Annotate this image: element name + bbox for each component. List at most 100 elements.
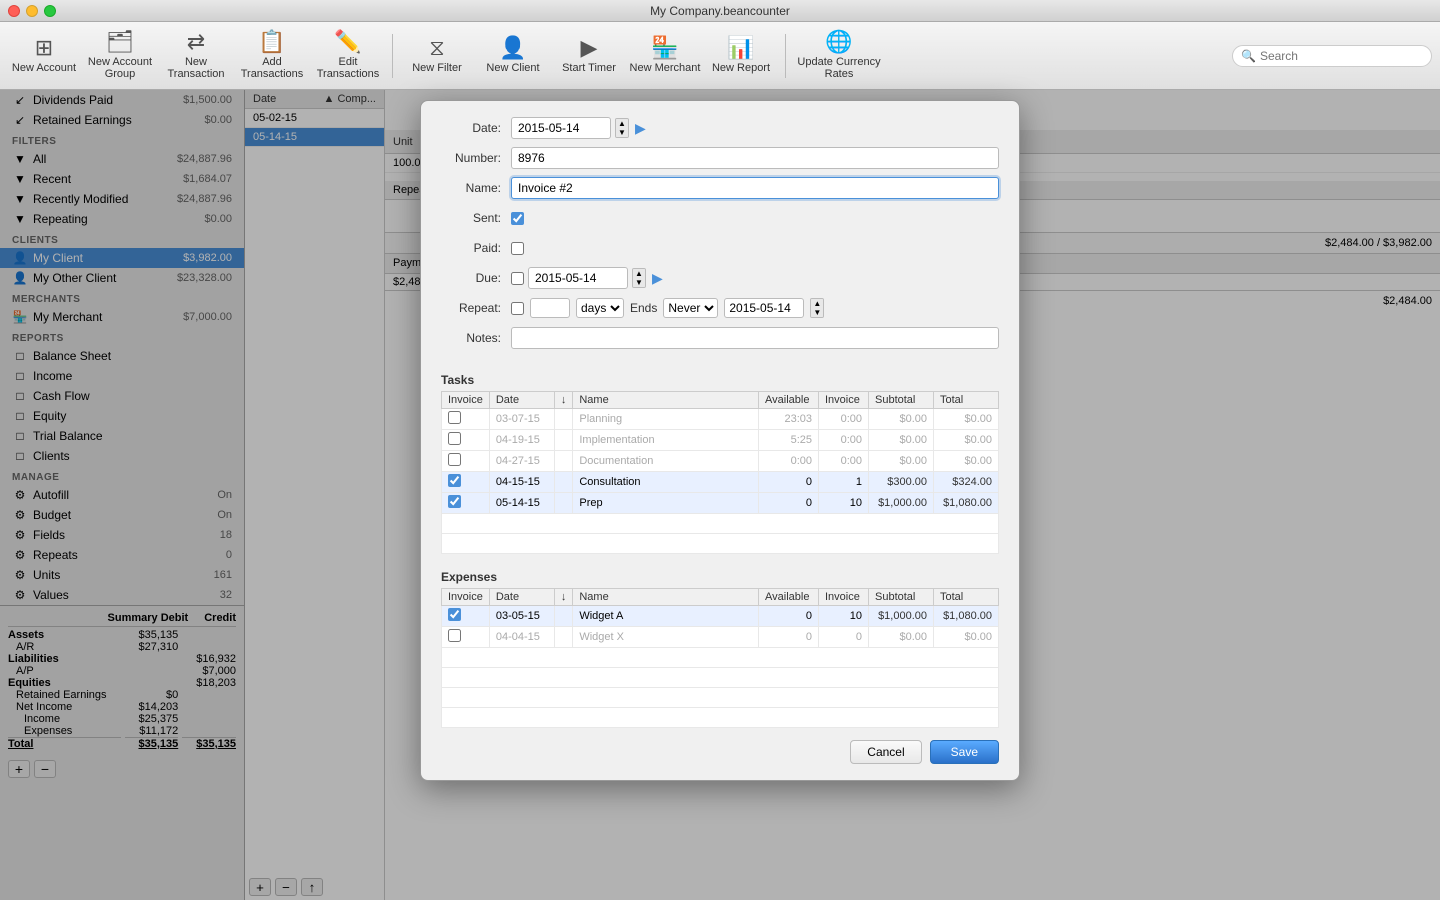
repeat-end-stepper-down[interactable]: ▼: [811, 308, 823, 317]
due-play-icon[interactable]: ▶: [652, 270, 663, 287]
cancel-button[interactable]: Cancel: [850, 740, 921, 764]
minimize-button[interactable]: [26, 5, 38, 17]
repeat-end-date-input[interactable]: [724, 298, 804, 318]
task-1-check[interactable]: [442, 409, 490, 430]
task-1-checkbox[interactable]: [448, 411, 461, 424]
due-stepper[interactable]: ▲ ▼: [632, 268, 646, 288]
tasks-sort-header[interactable]: ↓: [554, 392, 573, 409]
task-2-sort: [554, 430, 573, 451]
date-stepper-down[interactable]: ▼: [616, 128, 628, 137]
new-account-group-button[interactable]: 🗂 New Account Group: [84, 27, 156, 85]
window-controls[interactable]: [8, 5, 56, 17]
tasks-name-header: Name: [573, 392, 759, 409]
update-currency-button[interactable]: 🌐 Update Currency Rates: [794, 27, 884, 85]
exp-invoice-header: Invoice: [442, 589, 490, 606]
repeat-end-stepper-up[interactable]: ▲: [811, 299, 823, 308]
task-4-date: 04-15-15: [489, 472, 554, 493]
start-timer-button[interactable]: ▶ Start Timer: [553, 27, 625, 85]
sent-checkbox[interactable]: [511, 212, 524, 225]
new-client-button[interactable]: 👤 New Client: [477, 27, 549, 85]
task-2-checkbox[interactable]: [448, 432, 461, 445]
exp-1-check[interactable]: [442, 606, 490, 627]
tasks-available-header: Available: [759, 392, 819, 409]
task-row-1: 03-07-15 Planning 23:03 0:00 $0.00 $0.00: [442, 409, 999, 430]
task-2-available: 5:25: [759, 430, 819, 451]
close-button[interactable]: [8, 5, 20, 17]
task-5-total: $1,080.00: [934, 493, 999, 514]
exp-1-checkbox[interactable]: [448, 608, 461, 621]
due-date-input[interactable]: [528, 267, 628, 289]
exp-available-header: Available: [759, 589, 819, 606]
repeat-end-stepper[interactable]: ▲ ▼: [810, 298, 824, 318]
task-4-checkbox[interactable]: [448, 474, 461, 487]
repeat-unit-select[interactable]: days: [576, 298, 624, 318]
exp-1-sort: [554, 606, 573, 627]
date-stepper-up[interactable]: ▲: [616, 119, 628, 128]
new-transaction-label: New Transaction: [160, 56, 232, 80]
edit-transactions-button[interactable]: ✏️ Edit Transactions: [312, 27, 384, 85]
number-input[interactable]: [511, 147, 999, 169]
task-5-checkbox[interactable]: [448, 495, 461, 508]
task-3-checkbox[interactable]: [448, 453, 461, 466]
update-currency-icon: 🌐: [825, 31, 852, 53]
notes-input[interactable]: [511, 327, 999, 349]
task-2-check[interactable]: [442, 430, 490, 451]
tasks-total-header: Total: [934, 392, 999, 409]
exp-2-invoice: 0: [819, 627, 869, 648]
due-stepper-up[interactable]: ▲: [633, 269, 645, 278]
exp-2-checkbox[interactable]: [448, 629, 461, 642]
separator-2: [785, 34, 786, 78]
task-3-date: 04-27-15: [489, 451, 554, 472]
task-1-sort: [554, 409, 573, 430]
task-4-invoice: 1: [819, 472, 869, 493]
task-4-sort: [554, 472, 573, 493]
repeat-row: Repeat: days Ends Never ▲ ▼: [441, 297, 999, 319]
save-button[interactable]: Save: [930, 740, 999, 764]
task-row-3: 04-27-15 Documentation 0:00 0:00 $0.00 $…: [442, 451, 999, 472]
search-box[interactable]: 🔍: [1232, 45, 1432, 67]
task-3-check[interactable]: [442, 451, 490, 472]
exp-1-name: Widget A: [573, 606, 759, 627]
new-account-button[interactable]: ⊞ New Account: [8, 27, 80, 85]
name-label: Name:: [441, 181, 511, 195]
task-5-invoice: 10: [819, 493, 869, 514]
task-2-invoice: 0:00: [819, 430, 869, 451]
add-transactions-button[interactable]: 📋 Add Transactions: [236, 27, 308, 85]
date-play-icon[interactable]: ▶: [635, 120, 646, 137]
repeat-ends-select[interactable]: Never: [663, 298, 718, 318]
maximize-button[interactable]: [44, 5, 56, 17]
new-merchant-button[interactable]: 🏪 New Merchant: [629, 27, 701, 85]
repeat-days-input[interactable]: [530, 298, 570, 318]
name-input[interactable]: [511, 177, 999, 199]
task-3-sort: [554, 451, 573, 472]
task-5-check[interactable]: [442, 493, 490, 514]
new-report-button[interactable]: 📊 New Report: [705, 27, 777, 85]
search-input[interactable]: [1260, 49, 1423, 63]
date-input[interactable]: [511, 117, 611, 139]
task-4-check[interactable]: [442, 472, 490, 493]
sent-row: Sent:: [441, 207, 999, 229]
due-row: Due: ▲ ▼ ▶: [441, 267, 999, 289]
expenses-header-row: Invoice Date ↓ Name Available Invoice Su…: [442, 589, 999, 606]
task-2-subtotal: $0.00: [869, 430, 934, 451]
repeat-checkbox[interactable]: [511, 302, 524, 315]
task-1-invoice: 0:00: [819, 409, 869, 430]
due-checkbox[interactable]: [511, 272, 524, 285]
task-empty-row: [442, 514, 999, 534]
exp-1-available: 0: [759, 606, 819, 627]
exp-2-check[interactable]: [442, 627, 490, 648]
exp-sort-header[interactable]: ↓: [554, 589, 573, 606]
invoice-dialog: Date: ▲ ▼ ▶ Number: Name:: [420, 100, 1020, 781]
tasks-subtotal-header: Subtotal: [869, 392, 934, 409]
new-filter-button[interactable]: ⧖ New Filter: [401, 27, 473, 85]
task-2-date: 04-19-15: [489, 430, 554, 451]
paid-checkbox[interactable]: [511, 242, 524, 255]
dialog-overlay: Date: ▲ ▼ ▶ Number: Name:: [0, 90, 1440, 900]
notes-row: Notes:: [441, 327, 999, 349]
due-stepper-down[interactable]: ▼: [633, 278, 645, 287]
new-transaction-button[interactable]: ⇄ New Transaction: [160, 27, 232, 85]
task-1-available: 23:03: [759, 409, 819, 430]
date-stepper[interactable]: ▲ ▼: [615, 118, 629, 138]
exp-empty-3: [442, 688, 999, 708]
due-input-group: ▲ ▼ ▶: [511, 267, 663, 289]
